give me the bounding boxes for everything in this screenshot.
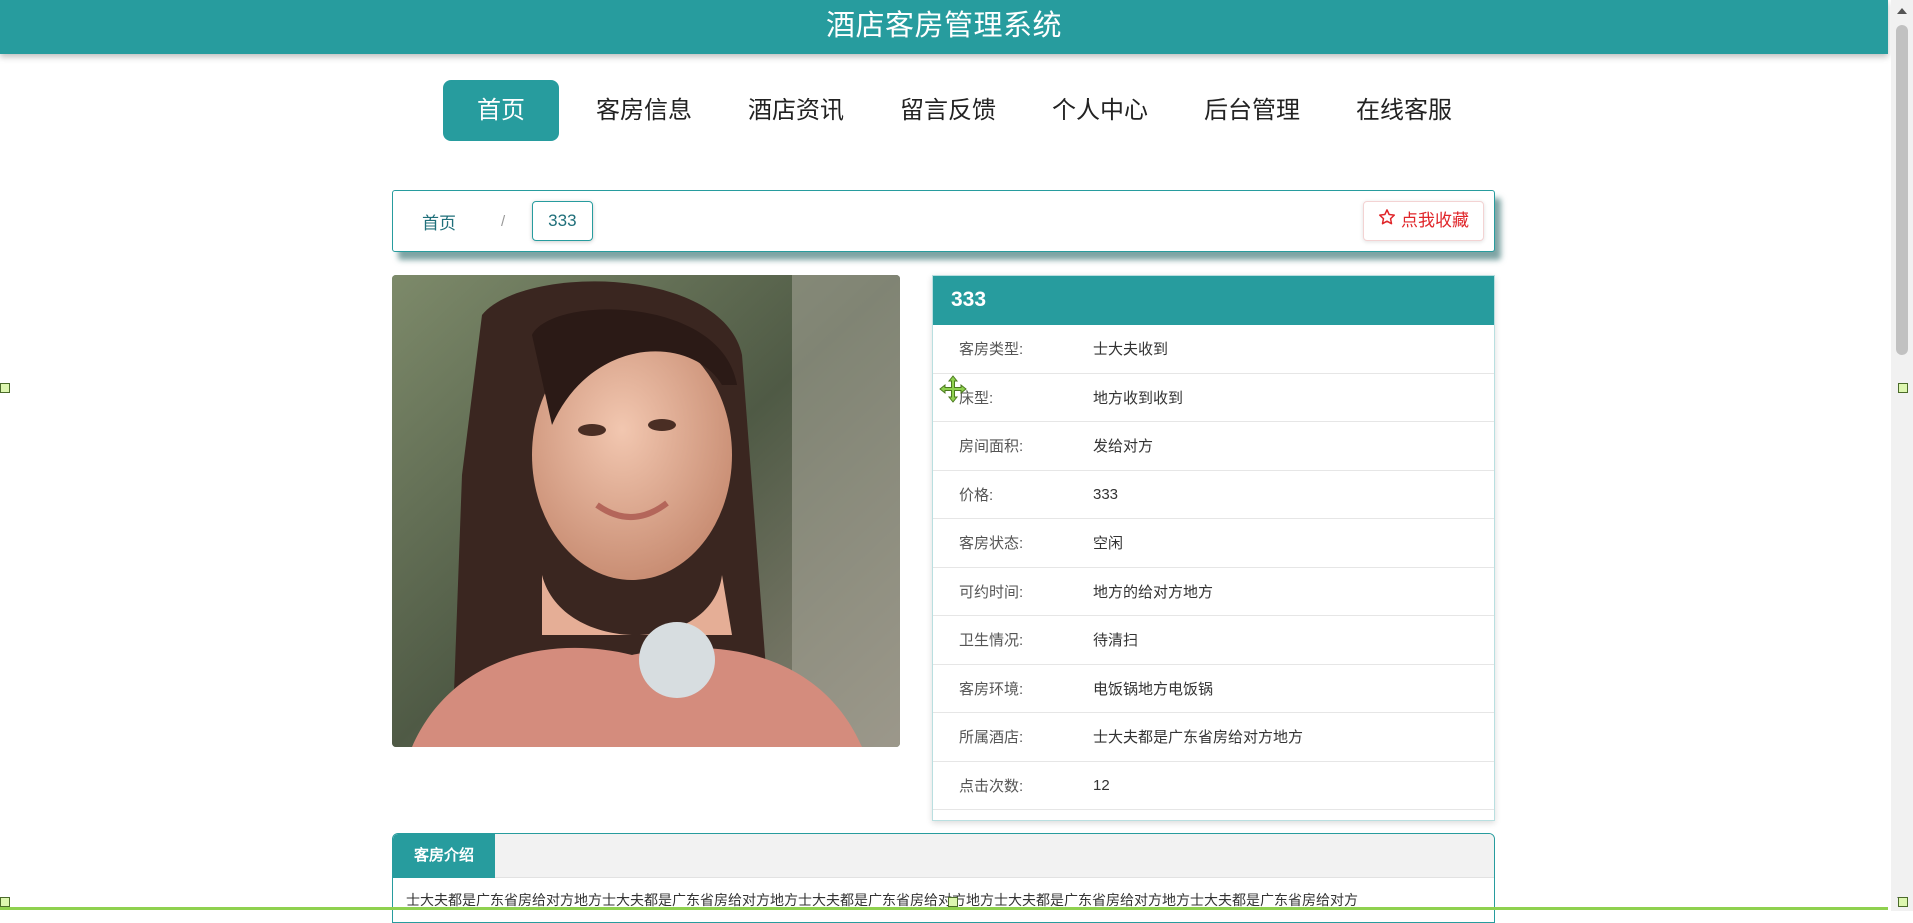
detail-label: 卫生情况: (959, 632, 1024, 650)
room-photo (392, 275, 900, 747)
detail-label: 客房类型: (959, 341, 1024, 359)
detail-value: 12 (1093, 776, 1110, 794)
detail-value: 士大夫收到 (1093, 341, 1169, 359)
detail-value: 333 (1093, 485, 1119, 503)
detail-row-available-time: 可约时间: 地方的给对方地方 (933, 568, 1494, 616)
intro-tab-bar: 客房介绍 (393, 834, 1494, 878)
resize-handle-bottom-left[interactable] (0, 897, 10, 907)
breadcrumb-separator: / (501, 212, 506, 230)
detail-label: 房间面积: (959, 438, 1024, 456)
nav-item-news[interactable]: 酒店资讯 (723, 80, 869, 141)
resize-handle-left[interactable] (0, 383, 10, 393)
detail-value: 发给对方 (1093, 438, 1154, 456)
nav-item-rooms[interactable]: 客房信息 (571, 80, 717, 141)
scrollbar-thumb[interactable] (1896, 25, 1908, 355)
breadcrumb: 首页 / 333 点我收藏 (392, 190, 1495, 252)
resize-handle-bottom-right[interactable] (1898, 897, 1908, 907)
detail-label: 可约时间: (959, 583, 1024, 601)
favorite-button[interactable]: 点我收藏 (1363, 201, 1484, 241)
detail-value: 地方的给对方地方 (1093, 583, 1214, 601)
move-cursor-icon (939, 375, 967, 403)
detail-row-clicks: 点击次数: 12 (933, 762, 1494, 810)
detail-row-area: 房间面积: 发给对方 (933, 422, 1494, 471)
nav-item-profile[interactable]: 个人中心 (1027, 80, 1173, 141)
room-title: 333 (933, 276, 1494, 325)
detail-label: 客房状态: (959, 535, 1024, 553)
detail-label: 客房环境: (959, 680, 1024, 698)
nav-item-home[interactable]: 首页 (443, 80, 559, 141)
detail-label: 价格: (959, 486, 994, 504)
breadcrumb-current[interactable]: 333 (532, 201, 593, 241)
detail-value: 士大夫都是广东省房给对方地方 (1093, 729, 1304, 747)
room-detail-panel: 333 客房类型: 士大夫收到 床型: 地方收到收到 房间面积: 发给对方 价格… (932, 275, 1495, 821)
site-title: 酒店客房管理系统 (825, 10, 1062, 42)
room-intro-text: 士大夫都是广东省房给对方地方士大夫都是广东省房给对方地方士大夫都是广东省房给对方… (406, 892, 1358, 908)
detail-value: 空闲 (1093, 535, 1124, 553)
detail-label: 所属酒店: (959, 729, 1024, 747)
star-outline-icon (1378, 202, 1396, 240)
nav-item-admin[interactable]: 后台管理 (1179, 80, 1325, 141)
breadcrumb-home-link[interactable]: 首页 (422, 209, 456, 234)
scroll-up-arrow-icon[interactable] (1897, 8, 1907, 14)
resize-handle-bottom[interactable] (948, 897, 958, 907)
detail-row-room-type: 客房类型: 士大夫收到 (933, 325, 1494, 374)
favorite-button-label: 点我收藏 (1401, 211, 1469, 230)
tab-room-intro[interactable]: 客房介绍 (393, 834, 496, 878)
detail-row-environment: 客房环境: 电饭锅地方电饭锅 (933, 665, 1494, 713)
detail-label: 点击次数: (959, 777, 1024, 795)
detail-row-price: 价格: 333 (933, 471, 1494, 519)
detail-row-bed-type: 床型: 地方收到收到 (933, 374, 1494, 422)
nav-item-support[interactable]: 在线客服 (1331, 80, 1477, 141)
detail-row-status: 客房状态: 空闲 (933, 519, 1494, 568)
detail-value: 地方收到收到 (1093, 389, 1184, 407)
resize-handle-right[interactable] (1898, 383, 1908, 393)
detail-row-hotel: 所属酒店: 士大夫都是广东省房给对方地方 (933, 713, 1494, 762)
nav-item-feedback[interactable]: 留言反馈 (875, 80, 1021, 141)
detail-row-hygiene: 卫生情况: 待清扫 (933, 616, 1494, 665)
detail-value: 电饭锅地方电饭锅 (1093, 680, 1214, 698)
main-nav: 首页 客房信息 酒店资讯 留言反馈 个人中心 后台管理 在线客服 (443, 80, 1483, 141)
detail-value: 待清扫 (1093, 632, 1139, 650)
selection-bottom-line (0, 907, 1888, 910)
vertical-scrollbar[interactable] (1891, 0, 1913, 911)
top-header-bar: 酒店客房管理系统 (0, 0, 1888, 54)
